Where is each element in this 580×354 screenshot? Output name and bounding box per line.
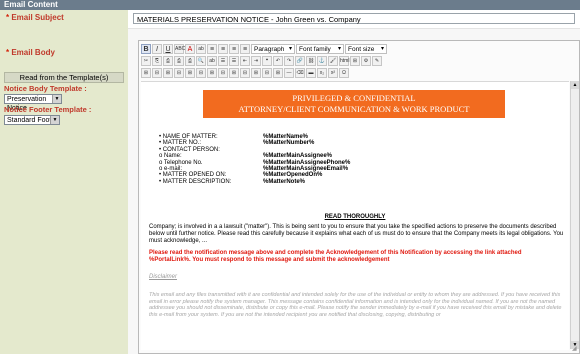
toolbar-row2-button-7[interactable]: ☰ [218,56,228,66]
confidential-banner: PRIVILEGED & CONFIDENTIAL ATTORNEY/CLIEN… [203,90,505,118]
toolbar-row2-button-12[interactable]: ↶ [273,56,283,66]
toolbar-row2-button-6[interactable]: ab [207,56,217,66]
toolbar-row2-button-3[interactable]: ⎙ [174,56,184,66]
banner-line-2: ATTORNEY/CLIENT COMMUNICATION & WORK PRO… [238,104,470,114]
underline-button[interactable]: U [163,44,173,54]
toolbar-row3-button-2[interactable]: ⊞ [163,68,173,78]
toolbar-row2-button-18[interactable]: html [339,56,349,66]
toolbar-row2-button-5[interactable]: 🔍 [196,56,206,66]
font-color-button[interactable]: A [185,44,195,54]
italic-button[interactable]: I [152,44,162,54]
align-left-button[interactable]: ≡ [207,44,217,54]
read-template-button[interactable]: Read from the Template(s) [4,72,124,83]
footer-template-label: Notice Footer Template : [4,105,92,114]
toolbar-row3-button-9[interactable]: ⊟ [240,68,250,78]
matter-field-value: %MatterNumber% [263,140,315,147]
toolbar-row-3: ⊞ ⊟ ⊞ ⊟ ⊞ ⊟ ⊞ ⊟ ⊞ ⊟ ⊞ ⊟ ⊞ — ⌫ ▬ x₂ x² Ω [141,67,349,79]
toolbar-row2-button-19[interactable]: ⊞ [350,56,360,66]
toolbar-row2-button-11[interactable]: ❝ [262,56,272,66]
subject-label: * Email Subject [6,13,64,22]
body-template-label: Notice Body Template : [4,84,87,93]
disclaimer-text: This email and any files transmitted wit… [149,292,562,318]
align-center-button[interactable]: ≡ [218,44,228,54]
section-header: Email Content [0,0,580,10]
matter-field-value: %MatterNote% [263,178,306,185]
scroll-up-icon[interactable]: ▲ [571,81,579,89]
matter-fields: • NAME OF MATTER: %MatterName% • MATTER NO… [159,134,459,185]
toolbar-row2-button-16[interactable]: ⚓ [317,56,327,66]
font-family-select[interactable]: Font family [296,44,344,54]
align-justify-button[interactable]: ≡ [240,44,250,54]
toolbar-row2-button-21[interactable]: ✎ [372,56,382,66]
body-label: * Email Body [6,48,55,57]
acknowledgement-text: Please read the notification message abo… [149,250,522,263]
subject-input[interactable]: MATERIALS PRESERVATION NOTICE - John Gre… [133,13,575,24]
toolbar-row3-button-18[interactable]: Ω [339,68,349,78]
toolbar-row3-button-1[interactable]: ⊟ [152,68,162,78]
toolbar-row3-button-4[interactable]: ⊞ [185,68,195,78]
toolbar-row3-button-14[interactable]: ⌫ [295,68,305,78]
read-thoroughly-heading: READ THOROUGHLY [324,214,386,220]
toolbar-row3-button-10[interactable]: ⊞ [251,68,261,78]
toolbar-row3-button-6[interactable]: ⊞ [207,68,217,78]
footer-template-select[interactable]: Standard Footer ▼ [4,115,60,125]
toolbar-row2-button-8[interactable]: ☰ [229,56,239,66]
chevron-down-icon: ▼ [52,95,61,103]
toolbar-row2-button-14[interactable]: 🔗 [295,56,305,66]
toolbar-row2-button-15[interactable]: ⛓ [306,56,316,66]
subject-row: MATERIALS PRESERVATION NOTICE - John Gre… [128,10,580,29]
left-panel: * Email Subject * Email Body Read from t… [0,10,128,354]
matter-field-key: • MATTER DESCRIPTION: [159,178,232,185]
toolbar-row3-button-8[interactable]: ⊞ [229,68,239,78]
toolbar-row3-button-17[interactable]: x² [328,68,338,78]
disclaimer-title: Disclaimer [149,274,178,280]
bold-button[interactable]: B [141,44,151,54]
toolbar-row2-button-10[interactable]: ⇥ [251,56,261,66]
editor-scrollbar[interactable]: ▲ ▼ [570,81,579,349]
resize-handle-icon[interactable]: ◢ [572,346,578,352]
font-size-select[interactable]: Font size [345,44,387,54]
right-panel: MATERIALS PRESERVATION NOTICE - John Gre… [128,10,580,354]
toolbar-row3-button-16[interactable]: x₂ [317,68,327,78]
body-template-select[interactable]: Preservation Notice ▼ [4,94,62,112]
chevron-down-icon: ▼ [50,116,59,124]
toolbar-row2-button-13[interactable]: ↷ [284,56,294,66]
banner-line-1: PRIVILEGED & CONFIDENTIAL [292,93,416,103]
toolbar-row3-button-13[interactable]: — [284,68,294,78]
toolbar-row3-button-7[interactable]: ⊟ [218,68,228,78]
strikethrough-button[interactable]: ABC [174,44,185,54]
toolbar-row3-button-5[interactable]: ⊟ [196,68,206,78]
toolbar-row2-button-17[interactable]: 🖌 [328,56,338,66]
toolbar-row2-button-1[interactable]: ⎘ [152,56,162,66]
highlight-button[interactable]: ab [196,44,206,54]
toolbar-row2-button-4[interactable]: ⎙ [185,56,195,66]
toolbar-row2-button-20[interactable]: ⚙ [361,56,371,66]
toolbar-row-2: ✂ ⎘ ⎙ ⎙ ⎙ 🔍 ab ☰ ☰ ⇤ ⇥ ❝ ↶ ↷ 🔗 ⛓ ⚓ 🖌 html ⊞ ⚙ ✎ [141,55,382,67]
notice-paragraph: Company; is involved in a a lawsuit ("ma… [149,224,564,244]
toolbar-row3-button-15[interactable]: ▬ [306,68,316,78]
toolbar-row3-button-0[interactable]: ⊞ [141,68,151,78]
toolbar-row2-button-2[interactable]: ⎙ [163,56,173,66]
toolbar-row3-button-12[interactable]: ⊞ [273,68,283,78]
align-right-button[interactable]: ≡ [229,44,239,54]
editor-document[interactable]: PRIVILEGED & CONFIDENTIAL ATTORNEY/CLIEN… [141,81,569,350]
toolbar-row2-button-9[interactable]: ⇤ [240,56,250,66]
toolbar-row-1: B I U ABC A ab ≡ ≡ ≡ ≡ Paragraph Font fa… [141,43,387,55]
rich-text-editor: B I U ABC A ab ≡ ≡ ≡ ≡ Paragraph Font fa… [138,40,580,354]
format-select[interactable]: Paragraph [251,44,295,54]
toolbar-row3-button-11[interactable]: ⊟ [262,68,272,78]
toolbar-row2-button-0[interactable]: ✂ [141,56,151,66]
toolbar-row3-button-3[interactable]: ⊟ [174,68,184,78]
matter-field-row: • MATTER DESCRIPTION: %MatterNote% [159,179,459,185]
